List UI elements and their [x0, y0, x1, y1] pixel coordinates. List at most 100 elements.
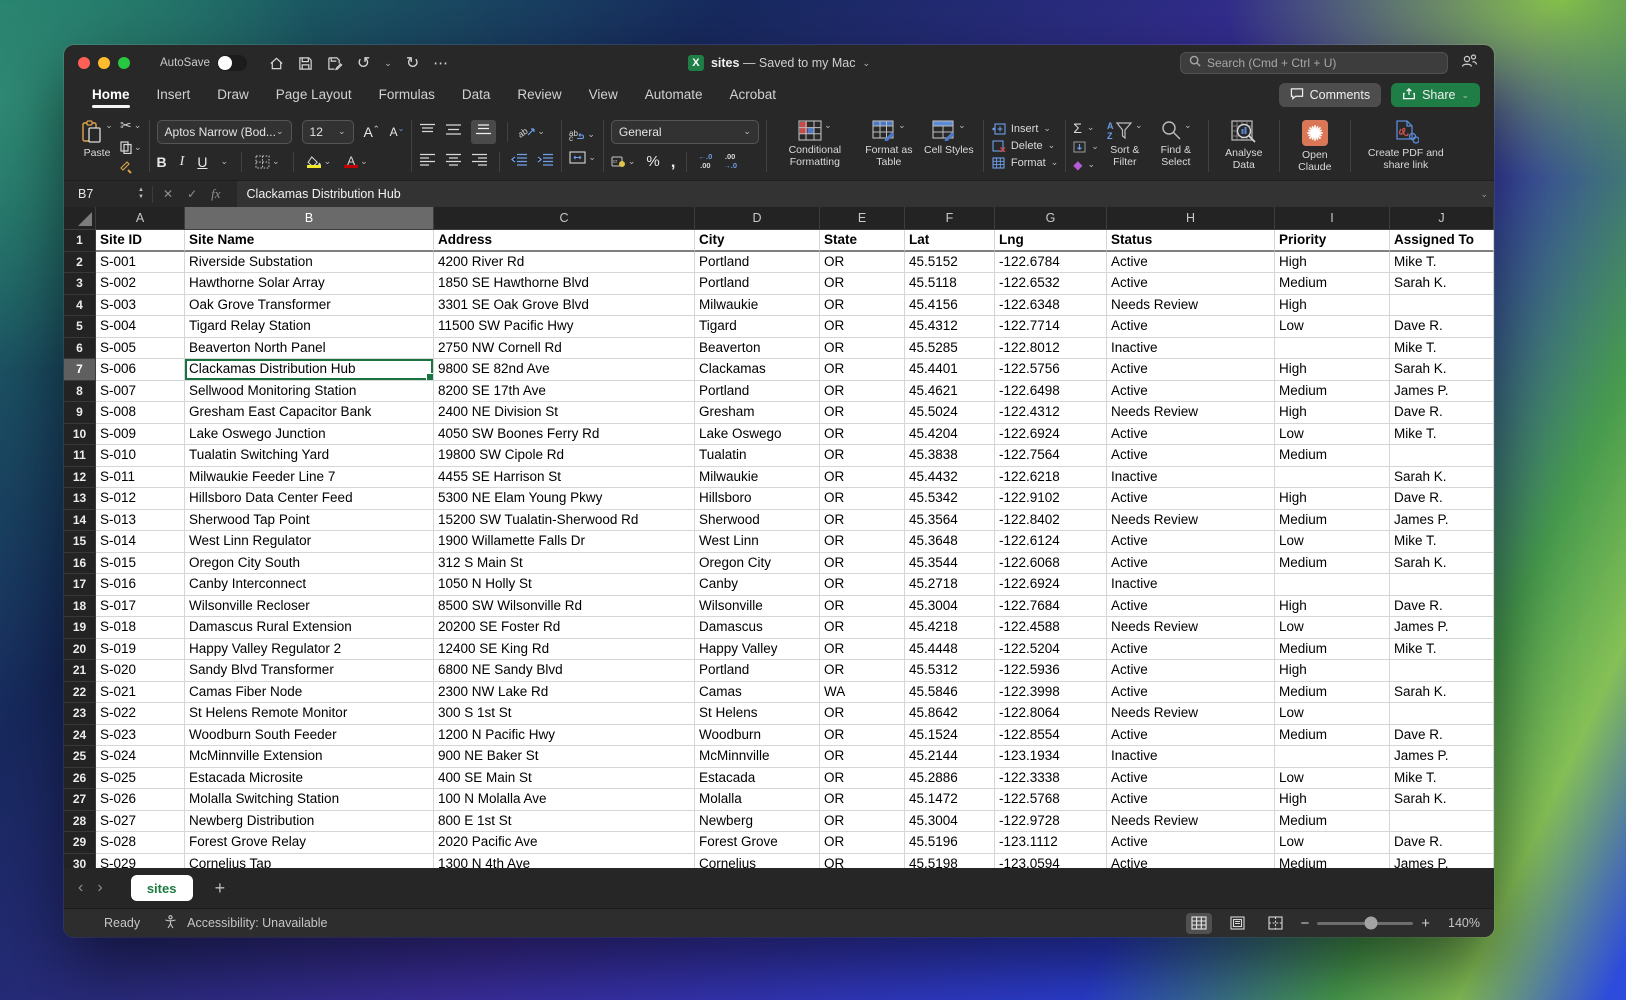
- cell-F26[interactable]: 45.2886: [905, 768, 995, 790]
- cut-button[interactable]: ✂ ⌄: [120, 117, 142, 134]
- cell-F2[interactable]: 45.5152: [905, 252, 995, 274]
- sort-filter-button[interactable]: AZ⌄ Sort & Filter: [1099, 115, 1151, 177]
- cell-E12[interactable]: OR: [820, 467, 905, 489]
- cell-E8[interactable]: OR: [820, 381, 905, 403]
- cell-A14[interactable]: S-013: [96, 510, 185, 532]
- accessibility-status[interactable]: Accessibility: Unavailable: [187, 916, 327, 930]
- cell-I26[interactable]: Low: [1275, 768, 1390, 790]
- cell-B18[interactable]: Wilsonville Recloser: [185, 596, 434, 618]
- cell-B2[interactable]: Riverside Substation: [185, 252, 434, 274]
- cell-C18[interactable]: 8500 SW Wilsonville Rd: [434, 596, 695, 618]
- cell-J19[interactable]: James P.: [1390, 617, 1494, 639]
- cell-C9[interactable]: 2400 NE Division St: [434, 402, 695, 424]
- cell-D21[interactable]: Portland: [695, 660, 820, 682]
- cell-G20[interactable]: -122.5204: [995, 639, 1107, 661]
- cell-E10[interactable]: OR: [820, 424, 905, 446]
- cell-I12[interactable]: [1275, 467, 1390, 489]
- row-header-14[interactable]: 14: [64, 510, 96, 532]
- row-header-7[interactable]: 7: [64, 359, 96, 381]
- cell-D14[interactable]: Sherwood: [695, 510, 820, 532]
- cell-H20[interactable]: Active: [1107, 639, 1275, 661]
- cell-F8[interactable]: 45.4621: [905, 381, 995, 403]
- cell-B30[interactable]: Cornelius Tap: [185, 854, 434, 869]
- comments-button[interactable]: Comments: [1279, 83, 1381, 107]
- cell-G12[interactable]: -122.6218: [995, 467, 1107, 489]
- cell-J20[interactable]: Mike T.: [1390, 639, 1494, 661]
- cell-H12[interactable]: Inactive: [1107, 467, 1275, 489]
- cell-G6[interactable]: -122.8012: [995, 338, 1107, 360]
- cell-J29[interactable]: Dave R.: [1390, 832, 1494, 854]
- cell-H5[interactable]: Active: [1107, 316, 1275, 338]
- search-input[interactable]: [1207, 56, 1439, 70]
- cell-E27[interactable]: OR: [820, 789, 905, 811]
- cell-H30[interactable]: Active: [1107, 854, 1275, 869]
- row-header-17[interactable]: 17: [64, 574, 96, 596]
- cell-I4[interactable]: High: [1275, 295, 1390, 317]
- row-header-12[interactable]: 12: [64, 467, 96, 489]
- cell-I5[interactable]: Low: [1275, 316, 1390, 338]
- open-claude-button[interactable]: Open Claude: [1287, 115, 1343, 177]
- cell-J11[interactable]: [1390, 445, 1494, 467]
- row-header-26[interactable]: 26: [64, 768, 96, 790]
- zoom-out-button[interactable]: −: [1300, 915, 1309, 932]
- cell-C1[interactable]: Address: [434, 230, 695, 252]
- borders-button[interactable]: ⌄: [255, 155, 280, 169]
- cell-B13[interactable]: Hillsboro Data Center Feed: [185, 488, 434, 510]
- cell-J1[interactable]: Assigned To: [1390, 230, 1494, 252]
- cell-B6[interactable]: Beaverton North Panel: [185, 338, 434, 360]
- cell-G10[interactable]: -122.6924: [995, 424, 1107, 446]
- row-header-30[interactable]: 30: [64, 854, 96, 869]
- cell-E23[interactable]: OR: [820, 703, 905, 725]
- column-header-B[interactable]: B: [185, 207, 434, 230]
- cell-F23[interactable]: 45.8642: [905, 703, 995, 725]
- save-as-icon[interactable]: [327, 56, 343, 71]
- cell-E19[interactable]: OR: [820, 617, 905, 639]
- comma-style-button[interactable]: ,: [671, 152, 676, 172]
- cell-J17[interactable]: [1390, 574, 1494, 596]
- cell-H23[interactable]: Needs Review: [1107, 703, 1275, 725]
- cell-B3[interactable]: Hawthorne Solar Array: [185, 273, 434, 295]
- cell-J6[interactable]: Mike T.: [1390, 338, 1494, 360]
- decrease-decimal-button[interactable]: ←.0.00: [698, 153, 712, 170]
- autosave-toggle[interactable]: [217, 55, 247, 71]
- cell-J5[interactable]: Dave R.: [1390, 316, 1494, 338]
- cell-F12[interactable]: 45.4432: [905, 467, 995, 489]
- tab-acrobat[interactable]: Acrobat: [730, 82, 777, 110]
- format-cells-button[interactable]: Format ⌄: [991, 157, 1058, 169]
- accounting-format-button[interactable]: cr ⌄: [611, 155, 636, 168]
- home-icon[interactable]: [269, 56, 284, 71]
- undo-icon[interactable]: ↺: [357, 53, 370, 73]
- cell-F20[interactable]: 45.4448: [905, 639, 995, 661]
- cell-J13[interactable]: Dave R.: [1390, 488, 1494, 510]
- font-size-select[interactable]: 12⌄: [302, 120, 354, 144]
- collaborators-icon[interactable]: [1460, 53, 1478, 74]
- cell-A29[interactable]: S-028: [96, 832, 185, 854]
- cell-C15[interactable]: 1900 Willamette Falls Dr: [434, 531, 695, 553]
- cell-H10[interactable]: Active: [1107, 424, 1275, 446]
- cell-I9[interactable]: High: [1275, 402, 1390, 424]
- cell-I7[interactable]: High: [1275, 359, 1390, 381]
- cell-I20[interactable]: Medium: [1275, 639, 1390, 661]
- cell-D30[interactable]: Cornelius: [695, 854, 820, 869]
- cell-J23[interactable]: [1390, 703, 1494, 725]
- align-top-button[interactable]: [419, 123, 436, 141]
- cell-D29[interactable]: Forest Grove: [695, 832, 820, 854]
- cell-A24[interactable]: S-023: [96, 725, 185, 747]
- row-header-18[interactable]: 18: [64, 596, 96, 618]
- row-header-8[interactable]: 8: [64, 381, 96, 403]
- cell-A2[interactable]: S-001: [96, 252, 185, 274]
- name-box[interactable]: B7 ▲▼: [64, 187, 152, 201]
- formula-input[interactable]: Clackamas Distribution Hub: [237, 181, 1494, 207]
- cell-styles-button[interactable]: ⌄ Cell Styles: [922, 115, 976, 177]
- cell-C29[interactable]: 2020 Pacific Ave: [434, 832, 695, 854]
- cell-B4[interactable]: Oak Grove Transformer: [185, 295, 434, 317]
- cell-A21[interactable]: S-020: [96, 660, 185, 682]
- cell-D26[interactable]: Estacada: [695, 768, 820, 790]
- row-header-15[interactable]: 15: [64, 531, 96, 553]
- row-header-3[interactable]: 3: [64, 273, 96, 295]
- column-header-I[interactable]: I: [1275, 207, 1390, 230]
- cell-J8[interactable]: James P.: [1390, 381, 1494, 403]
- cell-C14[interactable]: 15200 SW Tualatin-Sherwood Rd: [434, 510, 695, 532]
- cell-C22[interactable]: 2300 NW Lake Rd: [434, 682, 695, 704]
- fill-button[interactable]: ⌄: [1073, 141, 1099, 153]
